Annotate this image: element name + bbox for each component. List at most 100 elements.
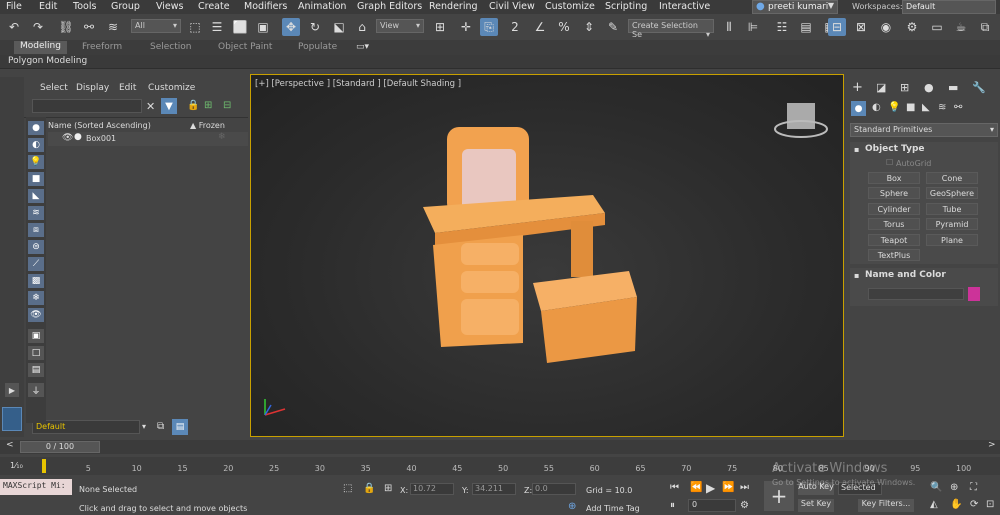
scene-tab-customize[interactable]: Customize <box>148 83 195 93</box>
spinner-snap-icon[interactable]: ⇕ <box>580 18 598 36</box>
expand-panel-icon[interactable]: ▶ <box>5 383 19 397</box>
menu-graph-editors[interactable]: Graph Editors <box>357 1 422 12</box>
zoom-icon[interactable]: 🔍 <box>930 482 942 493</box>
named-selection-dropdown[interactable]: Create Selection Se ▾ <box>628 19 714 39</box>
time-tag-icon[interactable]: ⊕ <box>568 501 576 512</box>
redo-icon[interactable]: ↷ <box>29 18 47 36</box>
mirror-icon[interactable]: ⫴ <box>720 18 738 36</box>
create-tab-icon[interactable]: + <box>852 80 863 95</box>
xrefs-filter-icon[interactable]: ⊜ <box>28 240 44 254</box>
motion-tab-icon[interactable]: ● <box>924 81 934 94</box>
chevron-down-icon[interactable]: ▾ <box>142 422 146 431</box>
geometry-filter-icon[interactable]: ● <box>28 121 44 135</box>
display-tab-icon[interactable]: ▬ <box>948 81 958 94</box>
rollout-collapse-icon[interactable]: ▪ <box>854 271 859 280</box>
orbit-icon[interactable]: ⟳ <box>970 499 978 510</box>
layer-dropdown[interactable]: Default <box>32 420 140 434</box>
next-frame-icon[interactable]: > <box>988 440 996 450</box>
geometry-icon[interactable]: ● <box>851 101 866 116</box>
column-frozen-header[interactable]: ▲ Frozen <box>190 121 225 130</box>
pan-icon[interactable]: ✋ <box>950 499 962 510</box>
time-slider[interactable]: 0 / 100 <box>20 441 100 453</box>
space-warps-icon[interactable]: ≋ <box>938 102 946 113</box>
select-and-scale-icon[interactable]: ⬕ <box>330 18 348 36</box>
previous-frame-icon[interactable]: ⏪ <box>690 482 702 493</box>
menu-tools[interactable]: Tools <box>73 1 96 12</box>
utilities-tab-icon[interactable]: 🔧 <box>972 81 986 94</box>
isolate-selection-icon[interactable]: ⬚ <box>343 483 352 494</box>
teapot-button[interactable]: Teapot <box>868 234 920 246</box>
lights-filter-icon[interactable]: 💡 <box>28 155 44 169</box>
align-icon[interactable]: ⊫ <box>744 18 762 36</box>
tab-freeform[interactable]: Freeform <box>82 42 122 52</box>
hierarchy-icon[interactable]: ⊞ <box>204 100 212 111</box>
primitive-category-dropdown[interactable]: Standard Primitives ▾ <box>850 123 998 137</box>
autogrid-checkbox[interactable]: ☐ <box>886 158 893 167</box>
scene-tab-edit[interactable]: Edit <box>119 83 136 93</box>
selection-lock-icon[interactable]: 🔒 <box>363 483 375 494</box>
invert-display-icon[interactable]: ▤ <box>28 363 44 377</box>
viewport-layout-icon[interactable] <box>2 407 22 431</box>
shapes-icon[interactable]: ◐ <box>872 102 881 113</box>
curve-editor-icon[interactable]: ⊟ <box>828 18 846 36</box>
z-coordinate-field[interactable]: 0.0 <box>532 483 576 495</box>
zoom-extents-icon[interactable]: ⛶ <box>970 482 977 493</box>
snaps-toggle-icon[interactable]: 2 <box>506 18 524 36</box>
menu-modifiers[interactable]: Modifiers <box>244 1 287 12</box>
name-color-title[interactable]: Name and Color <box>865 270 946 280</box>
menu-interactive[interactable]: Interactive <box>659 1 710 12</box>
menu-customize[interactable]: Customize <box>545 1 595 12</box>
time-slider-track[interactable]: < 0 / 100 > <box>0 440 1000 454</box>
select-object-icon[interactable]: ⬚ <box>186 18 204 36</box>
containers-filter-icon[interactable]: ▩ <box>28 274 44 288</box>
maxscript-listener[interactable]: MAXScript Mi: <box>0 479 72 495</box>
hidden-filter-icon[interactable]: 👁 <box>28 308 44 322</box>
plane-button[interactable]: Plane <box>926 234 978 246</box>
pivot-point-icon[interactable]: ⊞ <box>431 18 449 36</box>
render-production-icon[interactable]: ☕ <box>952 18 970 36</box>
select-by-name-icon[interactable]: ☰ <box>208 18 226 36</box>
hierarchy-tab-icon[interactable]: ⊞ <box>900 81 909 94</box>
tube-button[interactable]: Tube <box>926 203 978 215</box>
select-and-place-icon[interactable]: ⌂ <box>353 18 371 36</box>
cameras-icon[interactable]: ■ <box>906 102 915 113</box>
go-to-end-icon[interactable]: ⏭ <box>740 482 749 493</box>
time-configuration-icon[interactable]: ⚙ <box>740 500 749 511</box>
edit-named-selection-icon[interactable]: ✎ <box>604 18 622 36</box>
box-button[interactable]: Box <box>868 172 920 184</box>
menu-civil-view[interactable]: Civil View <box>489 1 535 12</box>
display-none-icon[interactable]: □ <box>28 346 44 360</box>
play-icon[interactable]: ▶ <box>706 481 715 495</box>
y-coordinate-field[interactable]: 34.211 <box>472 483 516 495</box>
zoom-all-icon[interactable]: ⊕ <box>950 482 958 493</box>
menu-edit[interactable]: Edit <box>39 1 57 12</box>
select-and-move-icon[interactable]: ✥ <box>282 18 300 36</box>
clear-search-icon[interactable]: ✕ <box>146 100 155 113</box>
add-time-tag[interactable]: Add Time Tag <box>586 504 640 513</box>
filter-icon[interactable]: ▼ <box>161 98 177 114</box>
key-filters-button[interactable]: Key Filters... <box>858 499 914 512</box>
layer-manager-icon[interactable]: ⧉ <box>157 421 164 432</box>
shapes-filter-icon[interactable]: ◐ <box>28 138 44 152</box>
select-and-rotate-icon[interactable]: ↻ <box>306 18 324 36</box>
table-row[interactable]: 👁 ● Box001 ❄ <box>48 132 248 146</box>
helpers-filter-icon[interactable]: ◣ <box>28 189 44 203</box>
reference-coordinate-dropdown[interactable]: View ▾ <box>376 19 424 33</box>
cameras-filter-icon[interactable]: ■ <box>28 172 44 186</box>
scene-search-input[interactable] <box>32 99 142 113</box>
geosphere-button[interactable]: GeoSphere <box>926 187 978 199</box>
scene-explorer-icon[interactable]: ▤ <box>172 419 188 435</box>
frozen-filter-icon[interactable]: ❄ <box>28 291 44 305</box>
tab-object-paint[interactable]: Object Paint <box>218 42 272 52</box>
user-account-dropdown[interactable]: ● preeti kumari ▼ <box>752 0 838 14</box>
toggle-scene-explorer-icon[interactable]: ☷ <box>773 18 791 36</box>
menu-group[interactable]: Group <box>111 1 140 12</box>
undo-icon[interactable]: ↶ <box>5 18 23 36</box>
tab-populate[interactable]: Populate <box>298 42 337 52</box>
window-crossing-icon[interactable]: ▣ <box>254 18 272 36</box>
render-setup-icon[interactable]: ⚙ <box>903 18 921 36</box>
menu-animation[interactable]: Animation <box>298 1 346 12</box>
ribbon-options-icon[interactable]: ▭▾ <box>356 42 369 52</box>
field-of-view-icon[interactable]: ◭ <box>930 499 938 510</box>
material-editor-icon[interactable]: ◉ <box>877 18 895 36</box>
